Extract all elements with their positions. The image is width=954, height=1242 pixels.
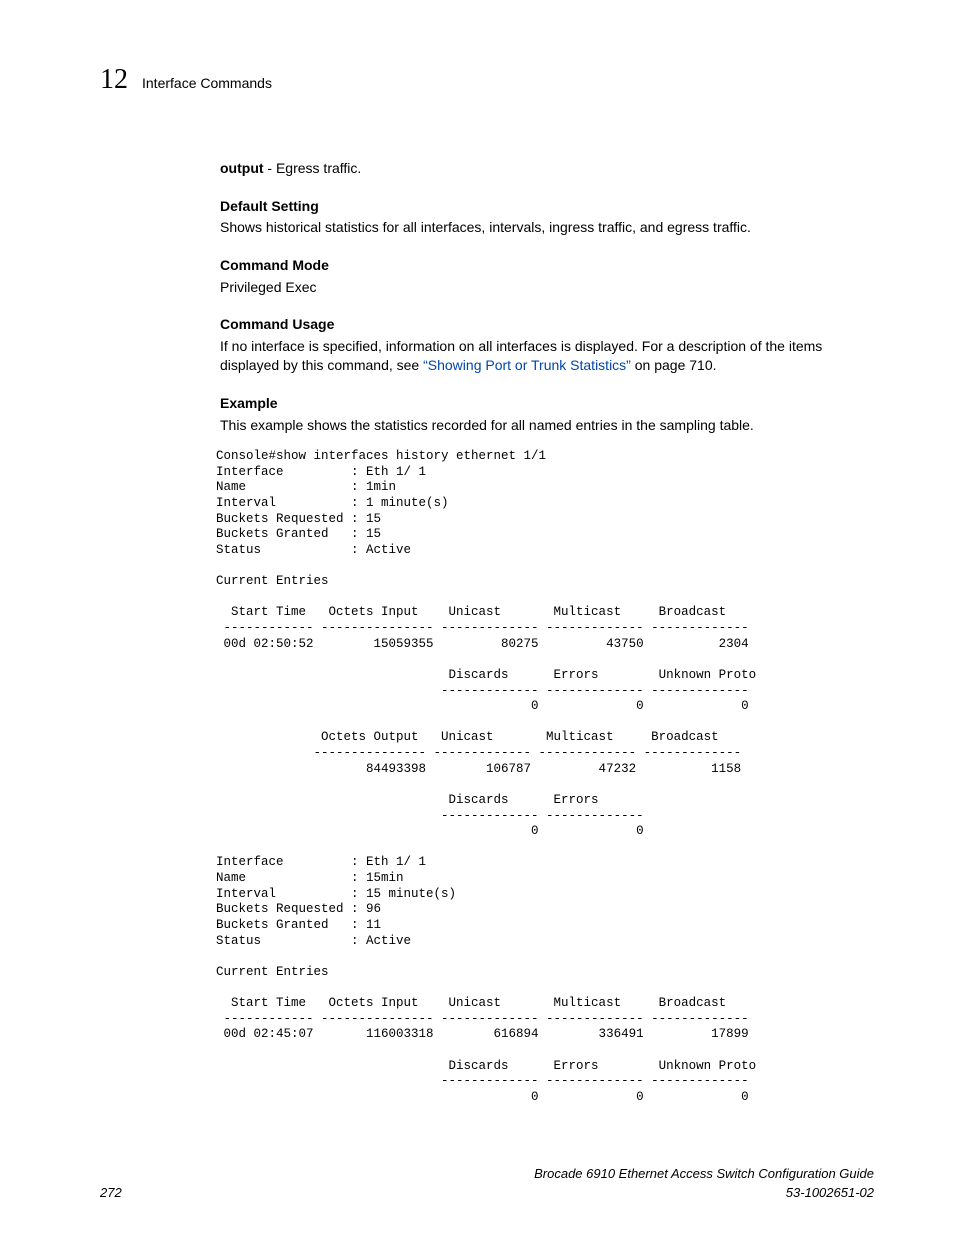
default-setting-title: Default Setting (220, 197, 874, 217)
chapter-number: 12 (100, 60, 128, 99)
output-desc: - Egress traffic. (264, 160, 362, 176)
footer-right: Brocade 6910 Ethernet Access Switch Conf… (534, 1165, 874, 1201)
example-text: This example shows the statistics record… (220, 416, 874, 436)
page-footer: 272 Brocade 6910 Ethernet Access Switch … (50, 1165, 904, 1201)
doc-number: 53-1002651-02 (534, 1184, 874, 1202)
default-setting-text: Shows historical statistics for all inte… (220, 218, 874, 238)
command-usage-link[interactable]: “Showing Port or Trunk Statistics” (423, 357, 631, 373)
command-mode-text: Privileged Exec (220, 278, 874, 298)
example-title: Example (220, 394, 874, 414)
page-content: output - Egress traffic. Default Setting… (50, 159, 904, 1105)
command-mode-title: Command Mode (220, 256, 874, 276)
command-usage-text: If no interface is specified, informatio… (220, 337, 874, 376)
output-line: output - Egress traffic. (220, 159, 874, 179)
console-output: Console#show interfaces history ethernet… (216, 449, 874, 1105)
page-header: 12 Interface Commands (50, 60, 904, 99)
page-number: 272 (100, 1184, 122, 1202)
chapter-title: Interface Commands (142, 74, 272, 94)
book-title: Brocade 6910 Ethernet Access Switch Conf… (534, 1165, 874, 1183)
command-usage-text-2: on page 710. (631, 357, 717, 373)
output-label: output (220, 160, 264, 176)
command-usage-title: Command Usage (220, 315, 874, 335)
